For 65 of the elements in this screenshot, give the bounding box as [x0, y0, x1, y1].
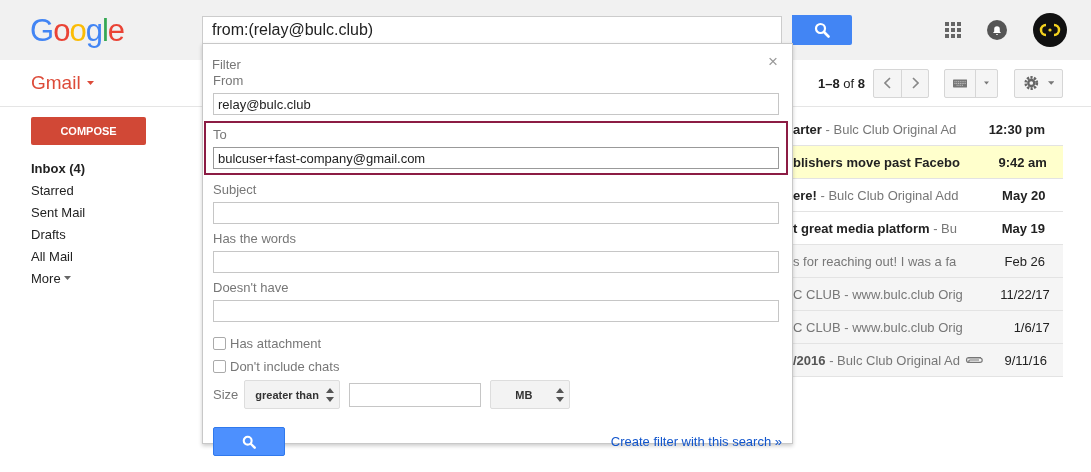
settings-icon: [1023, 74, 1040, 92]
checkbox[interactable]: [213, 337, 226, 350]
up-down-arrows-icon: [556, 387, 565, 402]
input-field[interactable]: [213, 251, 779, 273]
message-preview: t great media platform - Bu: [793, 220, 958, 236]
message-date: May 20: [1001, 187, 1046, 203]
page-range: 1–8 of 8: [818, 75, 865, 91]
folder-link[interactable]: Drafts: [31, 223, 66, 245]
message-preview: s for reaching out! I was a fa: [793, 253, 958, 269]
size-label: Size: [213, 387, 239, 402]
folder-link[interactable]: Sent Mail: [31, 201, 86, 223]
message-preview: ere! - Bulc Club Original Add: [793, 187, 959, 203]
search-field[interactable]: from:(relay@bulc.club): [202, 16, 782, 44]
field-label: Doesn't have: [213, 280, 289, 295]
checkbox-label: Don't include chats: [230, 359, 340, 374]
search-button[interactable]: [792, 15, 852, 45]
folder-link[interactable]: More: [31, 267, 71, 289]
message-date: 9/11/16: [1003, 352, 1047, 368]
message-date: 9:42 am: [997, 154, 1047, 170]
keyboard-icon: [953, 77, 968, 89]
input-field[interactable]: [213, 300, 779, 322]
message-date: Feb 26: [1003, 253, 1045, 269]
message-date: 11/22/17: [999, 286, 1050, 302]
folder-link[interactable]: Inbox (4): [31, 157, 86, 179]
input-field[interactable]: [213, 202, 779, 224]
up-down-arrows-icon: [326, 387, 335, 402]
avatar-icon[interactable]: [1033, 13, 1067, 47]
message-date: 12:30 pm: [987, 121, 1045, 137]
checkbox-label: Has attachment: [230, 336, 322, 351]
search-button[interactable]: [213, 427, 285, 456]
apps-grid-icon[interactable]: [945, 22, 961, 38]
caret-icon: [1047, 81, 1054, 85]
message-preview: C CLUB - www.bulc.club Orig: [793, 286, 963, 302]
caret-icon: [86, 81, 94, 85]
message-preview: blishers move past Facebo: [793, 154, 960, 170]
search-icon: [242, 434, 256, 449]
message-date: May 19: [1000, 220, 1045, 236]
folder-link[interactable]: Starred: [31, 179, 74, 201]
field-label: Subject: [213, 182, 257, 197]
compose-button[interactable]: COMPOSE: [31, 117, 146, 145]
input-field[interactable]: relay@bulc.club: [213, 93, 779, 115]
message-preview: /2016 - Bulc Club Original Ad: [793, 352, 960, 368]
search-icon: [814, 22, 830, 38]
checkbox[interactable]: [213, 360, 226, 373]
field-label: To: [213, 127, 227, 142]
size-input[interactable]: [349, 382, 482, 407]
field-label: Has the words: [213, 231, 297, 246]
keyboard-button[interactable]: [944, 68, 998, 98]
field-label: From: [213, 73, 244, 88]
chevron-left-icon: [883, 77, 892, 89]
caret-icon: [984, 81, 989, 85]
input-field[interactable]: bulcuser+fast-company@gmail.com: [213, 147, 779, 169]
settings-button[interactable]: [1014, 68, 1063, 98]
size-operator-select[interactable]: greater than: [244, 380, 341, 409]
chevron-right-icon: [911, 77, 919, 89]
folder-link[interactable]: All Mail: [31, 245, 73, 267]
notifications-icon[interactable]: [987, 20, 1007, 40]
caret-icon: [63, 276, 71, 280]
popup-title: Filter: [212, 57, 241, 72]
message-preview: C CLUB - www.bulc.club Orig: [793, 319, 963, 335]
gmail-menu[interactable]: Gmail: [31, 72, 94, 94]
create-filter-link[interactable]: Create filter with this search »: [610, 434, 782, 449]
message-preview: arter - Bulc Club Original Ad: [793, 121, 958, 137]
message-date: 1/6/17: [1012, 319, 1050, 335]
size-unit-select[interactable]: MB: [490, 380, 571, 409]
